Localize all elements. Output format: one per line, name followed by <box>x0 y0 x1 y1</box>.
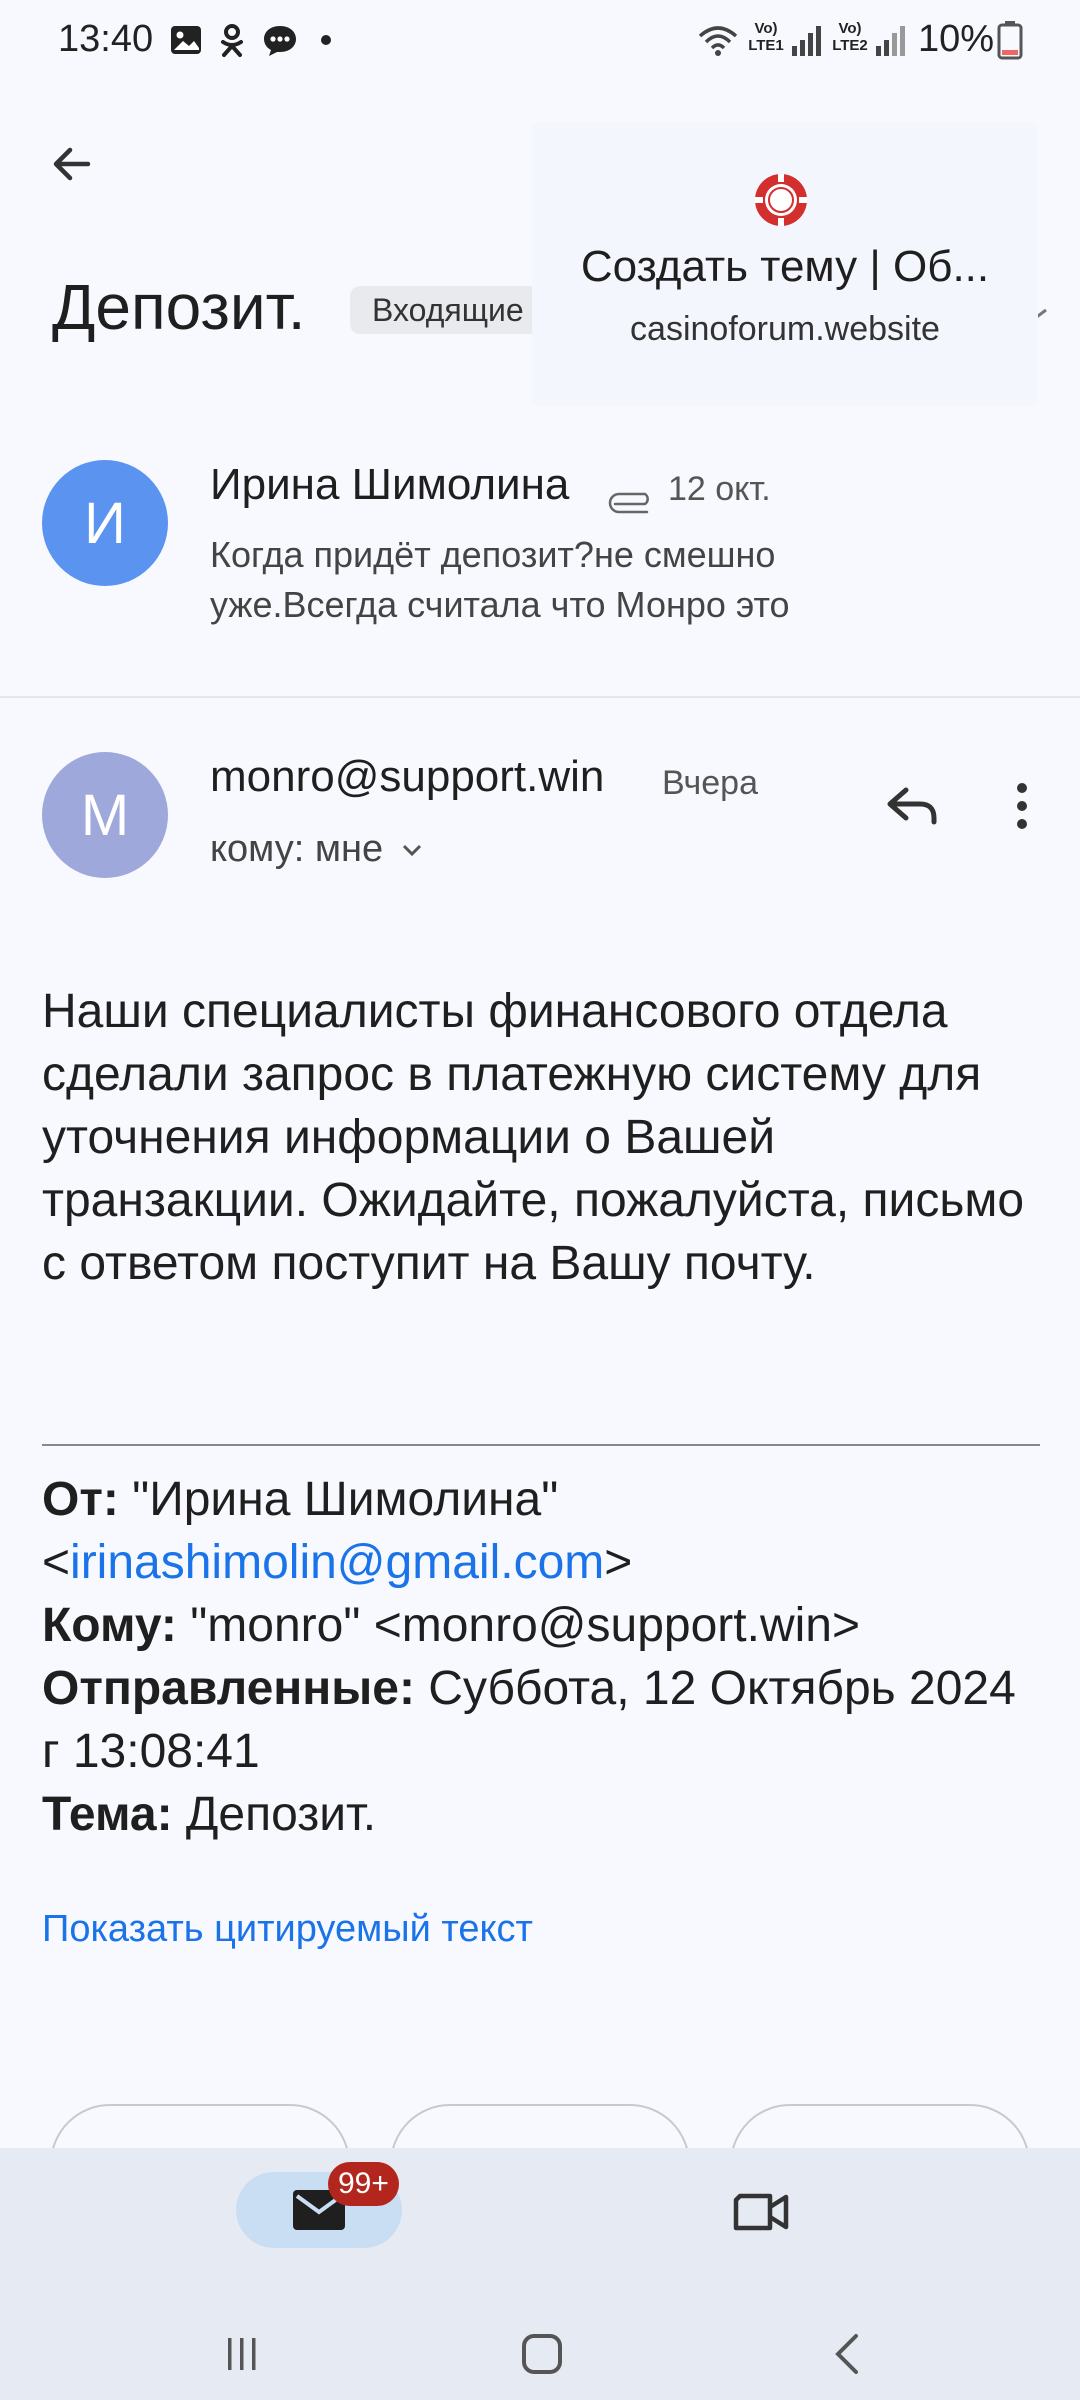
back-arrow-icon <box>53 147 91 181</box>
subject-value: Депозит. <box>172 1788 377 1841</box>
to-label: Кому: <box>42 1599 177 1652</box>
battery-percent: 10% <box>917 18 994 60</box>
reply-icon <box>887 787 937 825</box>
system-back-button[interactable] <box>818 2324 878 2384</box>
recents-icon <box>228 2338 256 2370</box>
recipient-text: кому: мне <box>210 828 384 870</box>
avatar[interactable]: И <box>42 460 168 586</box>
more-options-button[interactable] <box>1000 770 1044 842</box>
subject-line: Тема: Депозит. <box>42 1783 1042 1846</box>
nav-back-icon <box>835 2334 858 2374</box>
more-vert-icon <box>1017 783 1027 829</box>
sent-line: Отправленные: Суббота, 12 Октябрь 2024 г… <box>42 1657 1042 1783</box>
meet-tab[interactable] <box>722 2184 802 2240</box>
message-date: Вчера <box>662 764 758 802</box>
message-snippet: Когда придёт депозит?не смешно уже.Всегд… <box>210 534 790 625</box>
sender-name: monro@support.win <box>210 752 605 801</box>
dot-icon <box>321 35 331 45</box>
from-label: От: <box>42 1473 119 1526</box>
status-bar: 13:40 Vo) LTE1 Vo) LTE2 10% <box>0 0 1080 80</box>
video-icon <box>733 2193 789 2231</box>
quote-separator <box>42 1444 1040 1446</box>
divider <box>0 696 1080 698</box>
collapsed-message[interactable]: И Ирина Шимолина 12 окт. Когда придёт де… <box>0 430 1080 696</box>
ok-icon <box>221 24 243 57</box>
battery-icon <box>997 21 1023 60</box>
link-preview-popup[interactable]: Создать тему | Об... casinoforum.website <box>532 122 1038 406</box>
home-icon <box>522 2334 562 2374</box>
signal1-icon <box>792 26 821 56</box>
from-name: "Ирина Шимолина" <box>118 1473 559 1526</box>
from-email-link[interactable]: irinashimolin@gmail.com <box>70 1536 604 1589</box>
inbox-label-chip[interactable]: Входящие <box>350 286 546 334</box>
sender-name: Ирина Шимолина <box>210 460 570 509</box>
gallery-icon <box>171 26 201 54</box>
message-date: 12 окт. <box>668 470 771 508</box>
avatar[interactable]: M <box>42 752 168 878</box>
message-body: Наши специалисты финансового отдела сдел… <box>42 985 1025 1290</box>
show-quoted-text-link[interactable]: Показать цитируемый текст <box>42 1908 533 1951</box>
messages-icon <box>264 26 296 56</box>
to-value: "monro" <monro@support.win> <box>176 1599 861 1652</box>
quoted-headers: От: "Ирина Шимолина" <irinashimolin@gmail… <box>42 1468 1042 1846</box>
recipient-details-toggle[interactable]: кому: мне <box>210 828 425 871</box>
home-button[interactable] <box>512 2324 572 2384</box>
reply-button[interactable] <box>876 770 948 842</box>
sent-label: Отправленные: <box>42 1662 415 1715</box>
subject-label: Тема: <box>42 1788 173 1841</box>
wifi-icon <box>698 26 738 56</box>
recents-button[interactable] <box>212 2324 272 2384</box>
attachment-icon <box>608 492 649 514</box>
back-button[interactable] <box>40 132 104 196</box>
sim2-label: Vo) LTE2 <box>832 20 868 54</box>
signal2-icon <box>876 26 905 56</box>
unread-badge: 99+ <box>328 2162 399 2206</box>
link-preview-title: Создать тему | Об... <box>580 242 990 291</box>
email-subject: Депозит. <box>52 271 306 343</box>
chevron-down-icon <box>403 844 422 856</box>
from-line: От: "Ирина Шимолина" <irinashimolin@gmail… <box>42 1473 633 1589</box>
to-line: Кому: "monro" <monro@support.win> <box>42 1594 1042 1657</box>
bottom-navigation: 99+ <box>0 2148 1080 2400</box>
sim1-label: Vo) LTE1 <box>748 20 784 54</box>
casino-chip-icon <box>755 174 807 226</box>
link-preview-domain: casinoforum.website <box>630 310 940 348</box>
status-time: 13:40 <box>58 18 154 60</box>
